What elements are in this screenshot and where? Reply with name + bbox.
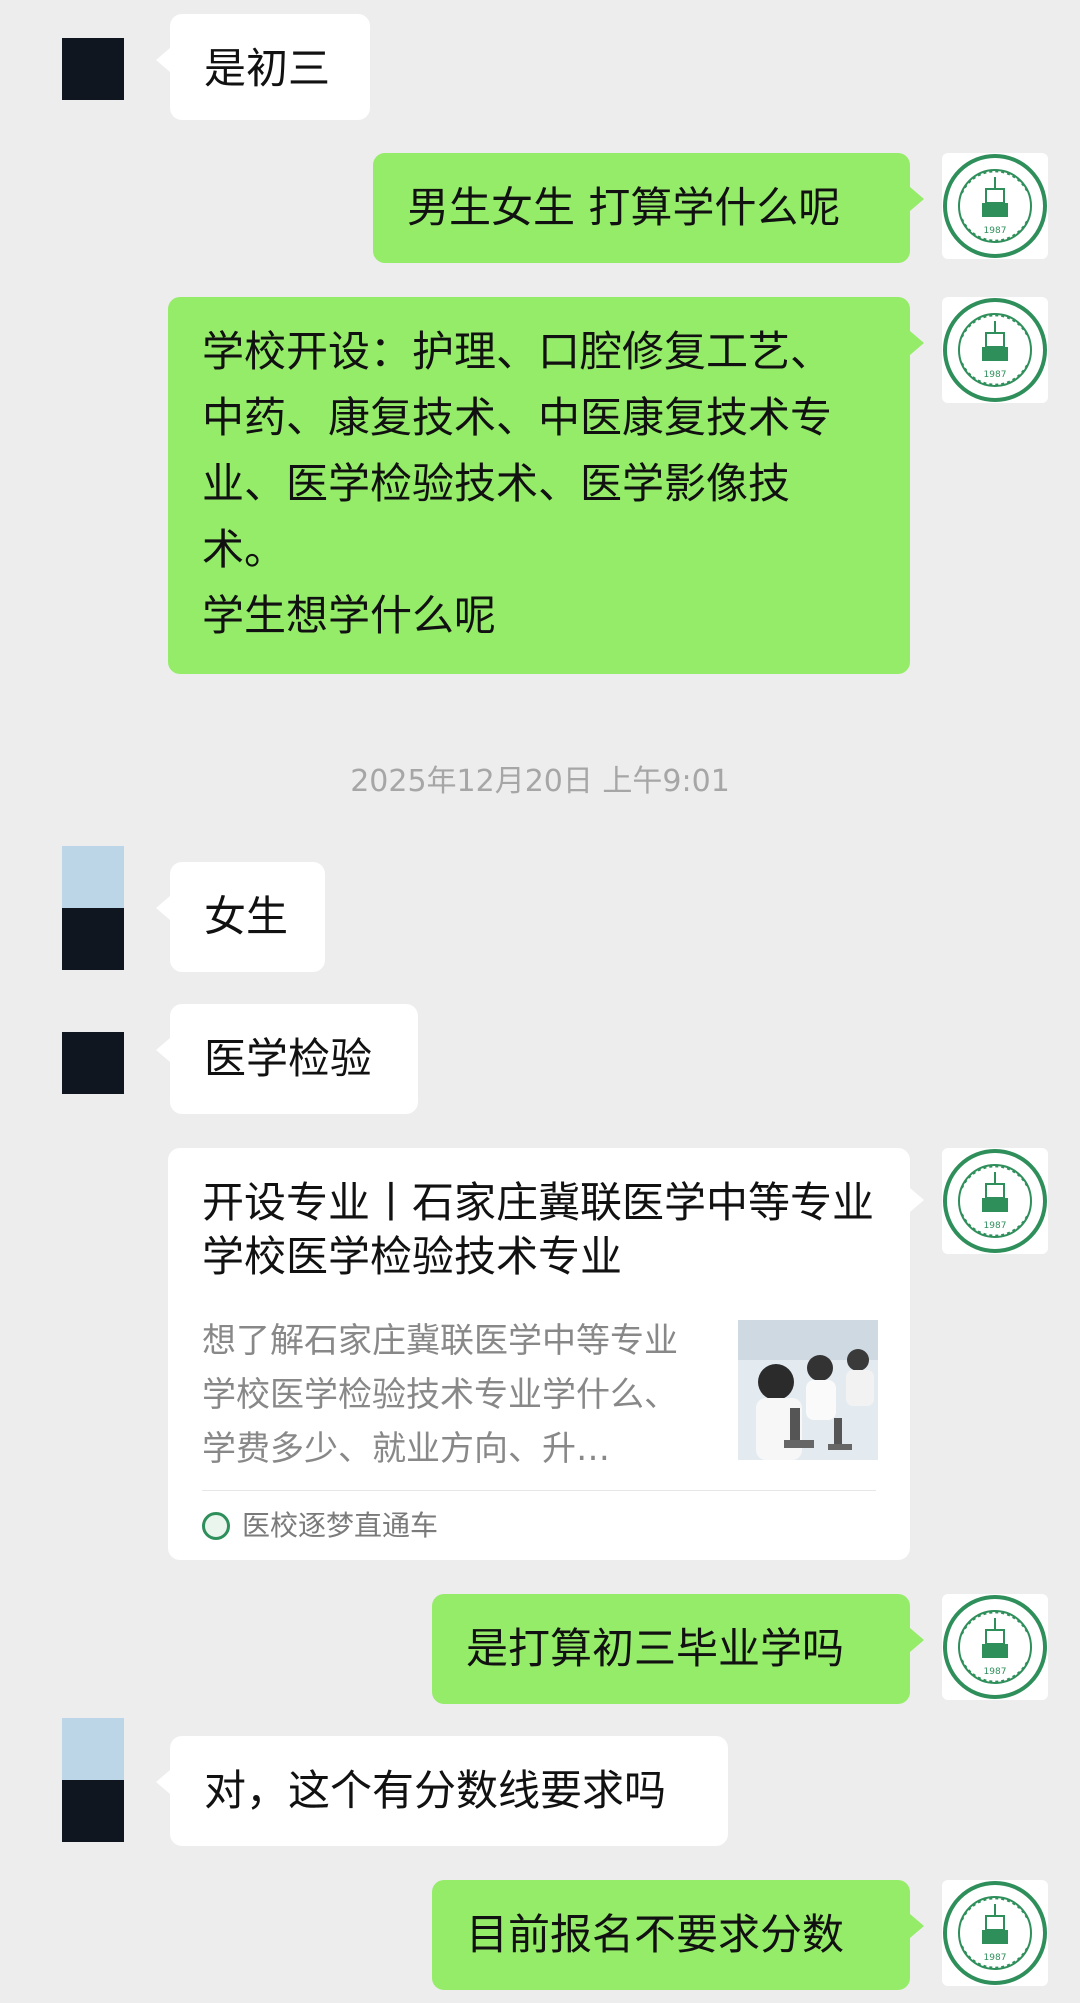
school-seal-icon: 1987 [943, 154, 1047, 258]
message-text: 医学检验 [204, 1034, 373, 1083]
message-bubble-sent[interactable]: 男生女生 打算学什么呢 [373, 153, 924, 263]
school-seal-icon: 1987 [943, 1149, 1047, 1253]
message-bubble-received[interactable]: 医学检验 [156, 1004, 418, 1114]
my-avatar[interactable]: 1987 [942, 153, 1048, 259]
contact-avatar[interactable] [62, 1032, 124, 1094]
message-text: 男生女生 打算学什么呢 [407, 183, 841, 232]
school-seal-icon: 1987 [943, 1595, 1047, 1699]
card-source-name: 医校逐梦直通车 [242, 1509, 439, 1542]
svg-text:1987: 1987 [984, 1221, 1007, 1231]
message-text: 对，这个有分数线要求吗 [204, 1766, 667, 1815]
svg-text:1987: 1987 [984, 1953, 1007, 1963]
svg-text:1987: 1987 [984, 226, 1007, 236]
school-seal-icon: 1987 [943, 298, 1047, 402]
card-thumbnail [738, 1320, 878, 1460]
contact-avatar[interactable] [62, 1718, 124, 1842]
message-text: 女生 [204, 892, 289, 941]
my-avatar[interactable]: 1987 [942, 1148, 1048, 1254]
card-divider [202, 1490, 876, 1491]
card-description: 想了解石家庄冀联医学中等专业学校医学检验技术专业学什么、学费多少、就业方向、升… [202, 1321, 678, 1469]
school-seal-icon [202, 1512, 230, 1540]
message-bubble-sent[interactable]: 学校开设：护理、口腔修复工艺、 中药、康复技术、中医康复技术专 业、医学检验技术… [168, 297, 924, 674]
message-bubble-sent[interactable]: 目前报名不要求分数 [432, 1880, 924, 1990]
message-bubble-received[interactable]: 是初三 [156, 14, 370, 120]
message-text: 是初三 [204, 44, 331, 93]
contact-avatar[interactable] [62, 38, 124, 100]
message-text: 是打算初三毕业学吗 [466, 1624, 845, 1673]
message-bubble-sent[interactable]: 是打算初三毕业学吗 [432, 1594, 924, 1704]
message-text: 学校开设：护理、口腔修复工艺、 中药、康复技术、中医康复技术专 业、医学检验技术… [202, 327, 833, 640]
chat-timestamp: 2025年12月20日 上午9:01 [350, 764, 730, 799]
my-avatar[interactable]: 1987 [942, 1880, 1048, 1986]
contact-avatar[interactable] [62, 846, 124, 970]
card-title: 开设专业丨石家庄冀联医学中等专业学校医学检验技术专业 [202, 1178, 875, 1281]
my-avatar[interactable]: 1987 [942, 1594, 1048, 1700]
link-card[interactable]: 开设专业丨石家庄冀联医学中等专业学校医学检验技术专业 想了解石家庄冀联医学中等专… [168, 1148, 924, 1560]
message-text: 目前报名不要求分数 [466, 1910, 845, 1959]
svg-text:1987: 1987 [984, 370, 1007, 380]
school-seal-icon: 1987 [943, 1881, 1047, 1985]
message-bubble-received[interactable]: 对，这个有分数线要求吗 [156, 1736, 728, 1846]
card-source: 医校逐梦直通车 [202, 1504, 438, 1548]
message-bubble-received[interactable]: 女生 [156, 862, 325, 972]
my-avatar[interactable]: 1987 [942, 297, 1048, 403]
svg-text:1987: 1987 [984, 1667, 1007, 1677]
